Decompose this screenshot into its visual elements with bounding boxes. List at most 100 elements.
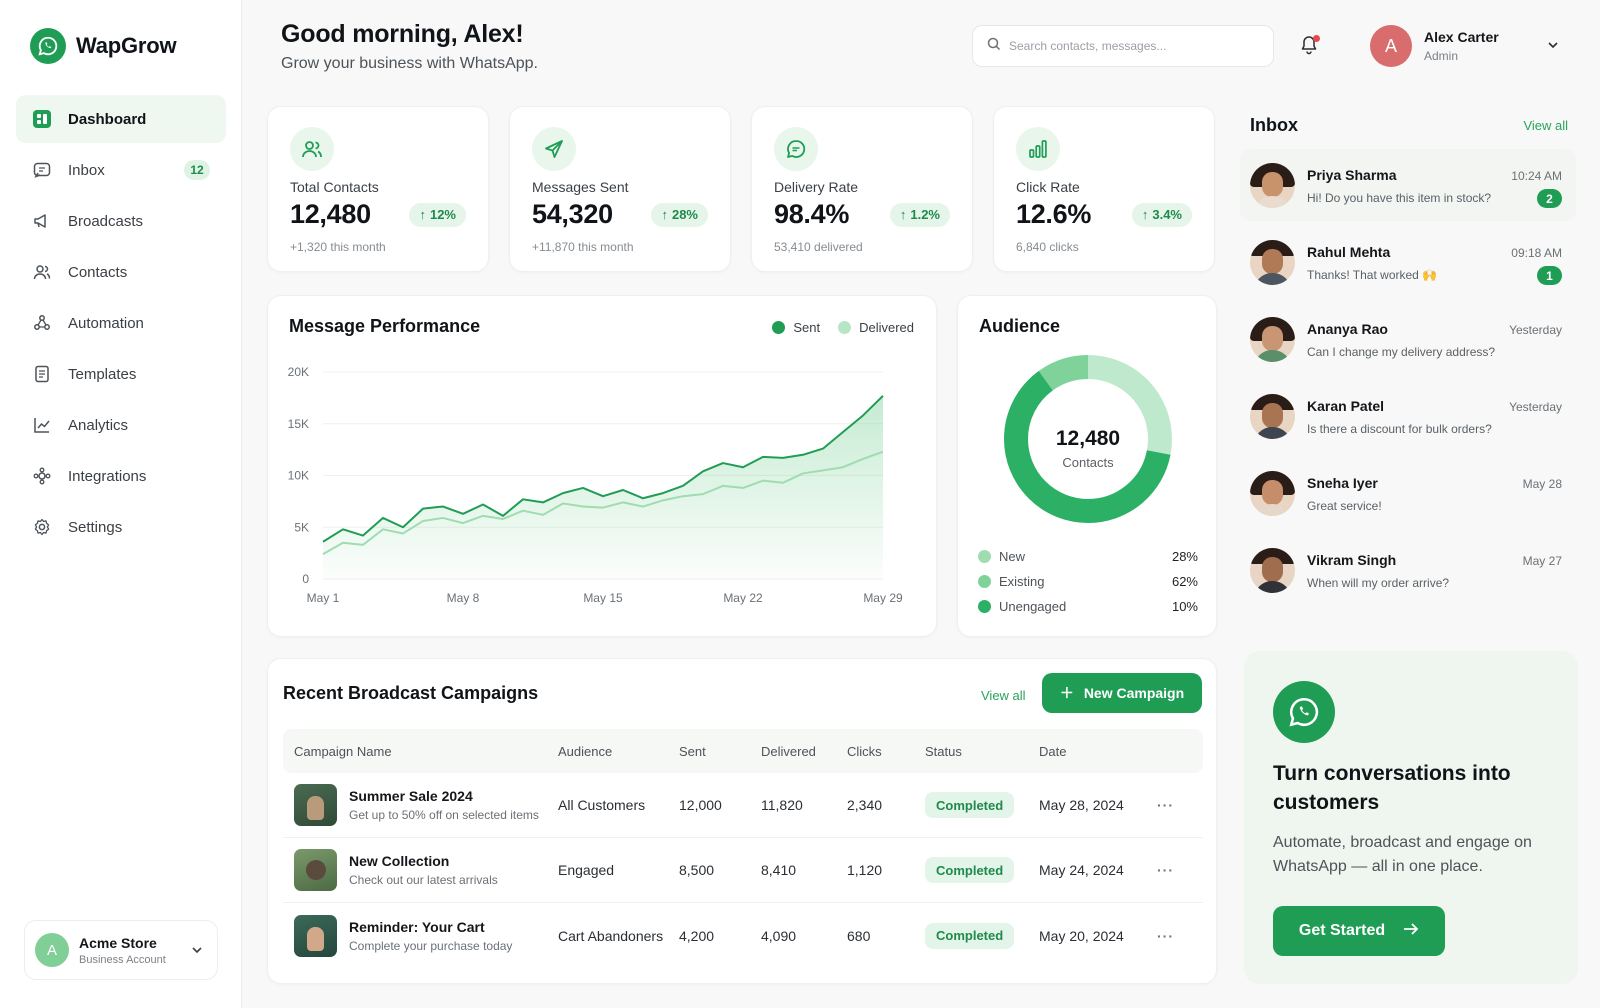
stat-value: 54,320 (532, 199, 613, 229)
message-time: Yesterday (1509, 400, 1562, 414)
sidebar-item-dashboard[interactable]: Dashboard (16, 95, 226, 143)
campaigns-view-all-link[interactable]: View all (981, 688, 1026, 703)
audience-title: Audience (979, 316, 1061, 336)
column-header[interactable]: Date (1039, 744, 1157, 759)
sidebar-item-contacts[interactable]: Contacts (16, 248, 226, 296)
audience-row-unengaged: Unengaged 10% (978, 594, 1198, 619)
message-performance-card: 0 5K 10K 15K 20K May 1 May 8 May 15 May 22 May 29… (267, 295, 937, 637)
inbox-count-badge: 12 (184, 160, 210, 180)
search-box[interactable] (972, 25, 1274, 67)
account-switcher[interactable]: A Acme Store Business Account (24, 920, 218, 980)
list-item[interactable]: Karan Patel Is there a discount for bulk… (1240, 380, 1576, 452)
more-options-icon[interactable]: ··· (1157, 797, 1197, 813)
sidebar-item-automation[interactable]: Automation (16, 299, 226, 347)
audience-label: Unengaged (999, 599, 1067, 614)
stat-subtext: +11,870 this month (532, 240, 634, 254)
audience-row-existing: Existing 62% (978, 569, 1198, 594)
sidebar-item-label: Contacts (68, 263, 128, 281)
contact-name: Priya Sharma (1307, 167, 1397, 183)
inbox-view-all-link[interactable]: View all (1523, 118, 1568, 133)
new-campaign-button[interactable]: ＋ New Campaign (1042, 673, 1202, 713)
column-header[interactable]: Clicks (847, 744, 925, 759)
list-item[interactable]: Ananya Rao Can I change my delivery addr… (1240, 303, 1576, 375)
stat-subtext: 6,840 clicks (1016, 240, 1079, 254)
campaign-date: May 28, 2024 (1039, 797, 1124, 813)
sidebar-item-broadcasts[interactable]: Broadcasts (16, 197, 226, 245)
contact-name: Vikram Singh (1307, 552, 1397, 568)
column-header[interactable]: Delivered (761, 744, 847, 759)
column-header[interactable]: Campaign Name (283, 744, 558, 759)
y-tick-label: 10K (288, 469, 309, 483)
message-preview: Great service! (1307, 499, 1382, 513)
list-item[interactable]: Sneha Iyer Great service! May 28 (1240, 457, 1576, 529)
campaign-desc: Check out our latest arrivals (349, 873, 498, 887)
message-time: 10:24 AM (1511, 169, 1562, 183)
sidebar-item-inbox[interactable]: Inbox 12 (16, 146, 226, 194)
message-time: Yesterday (1509, 323, 1562, 337)
chart-legend: Sent Delivered (772, 320, 914, 335)
campaign-name: Summer Sale 2024 (349, 788, 473, 804)
more-options-icon[interactable]: ··· (1157, 862, 1197, 878)
column-header[interactable]: Status (925, 744, 1039, 759)
stat-value: 12.6% (1016, 199, 1092, 229)
sidebar-nav: Dashboard Inbox 12 Broadcasts Contacts A… (16, 95, 226, 554)
list-item[interactable]: Rahul Mehta Thanks! That worked 🙌 09:18 … (1240, 226, 1576, 298)
brand[interactable]: WapGrow (30, 28, 177, 64)
campaign-clicks: 1,120 (847, 862, 883, 878)
sidebar-item-settings[interactable]: Settings (16, 503, 226, 551)
column-header[interactable]: Audience (558, 744, 679, 759)
list-item[interactable]: Priya Sharma Hi! Do you have this item i… (1240, 149, 1576, 221)
message-preview: Thanks! That worked 🙌 (1307, 268, 1438, 282)
user-menu[interactable]: A Alex Carter Admin (1370, 25, 1499, 67)
sidebar-item-templates[interactable]: Templates (16, 350, 226, 398)
donut-center: 12,480 Contacts (958, 427, 1218, 470)
dashboard-icon (32, 109, 52, 129)
table-row[interactable]: Reminder: Your Cart Complete your purchas… (283, 903, 1203, 968)
notifications-button[interactable] (1298, 34, 1322, 58)
campaign-thumbnail (294, 914, 337, 957)
legend-item-delivered: Delivered (838, 320, 914, 335)
campaign-thumbnail (294, 784, 337, 826)
audience-card: Audience 12,480 Contacts New 28% Existin… (957, 295, 1217, 637)
notification-dot (1313, 35, 1320, 42)
campaign-audience: Cart Abandoners (558, 927, 664, 944)
arrow-up-icon: ↑ (1141, 207, 1149, 222)
message-time: May 27 (1522, 554, 1562, 568)
column-header[interactable]: Sent (679, 744, 761, 759)
legend-dot (978, 550, 991, 563)
sidebar-item-label: Inbox (68, 161, 105, 179)
message-preview: Can I change my delivery address? (1307, 345, 1496, 359)
list-item[interactable]: Vikram Singh When will my order arrive? … (1240, 534, 1576, 606)
more-options-icon[interactable]: ··· (1157, 928, 1197, 944)
table-row[interactable]: New Collection Check out our latest arriv… (283, 838, 1203, 903)
bar-chart-icon (1016, 127, 1060, 171)
sidebar-item-label: Analytics (68, 416, 129, 434)
campaign-name: Reminder: Your Cart (349, 918, 485, 935)
contact-name: Rahul Mehta (1307, 244, 1391, 260)
audience-label: Existing (999, 574, 1045, 589)
sidebar-item-integrations[interactable]: Integrations (16, 452, 226, 500)
message-preview: Hi! Do you have this item in stock? (1307, 191, 1492, 205)
stat-value: 12,480 (290, 199, 371, 229)
contacts-icon (32, 262, 52, 282)
chevron-down-icon (191, 943, 203, 961)
templates-icon (32, 364, 52, 384)
campaign-sent: 8,500 (679, 862, 715, 878)
search-icon (987, 37, 1001, 56)
unread-badge: 2 (1537, 189, 1562, 208)
campaign-delivered: 4,090 (761, 927, 797, 944)
chevron-down-icon[interactable] (1546, 38, 1560, 57)
y-tick-label: 5K (294, 520, 309, 534)
search-input[interactable] (1009, 39, 1259, 53)
get-started-button[interactable]: Get Started (1273, 906, 1445, 956)
message-preview: When will my order arrive? (1307, 576, 1450, 590)
sidebar-item-label: Settings (68, 518, 123, 536)
table-row[interactable]: Summer Sale 2024 Get up to 50% off on sel… (283, 773, 1203, 838)
plus-icon: ＋ (1059, 685, 1074, 701)
sidebar-item-analytics[interactable]: Analytics (16, 401, 226, 449)
promo-text: Automate, broadcast and engage on WhatsA… (1273, 834, 1532, 875)
stat-label: Click Rate (1016, 179, 1080, 195)
avatar (1250, 394, 1295, 439)
audience-pct: 10% (1171, 599, 1198, 614)
arrow-up-icon: ↑ (661, 207, 668, 222)
